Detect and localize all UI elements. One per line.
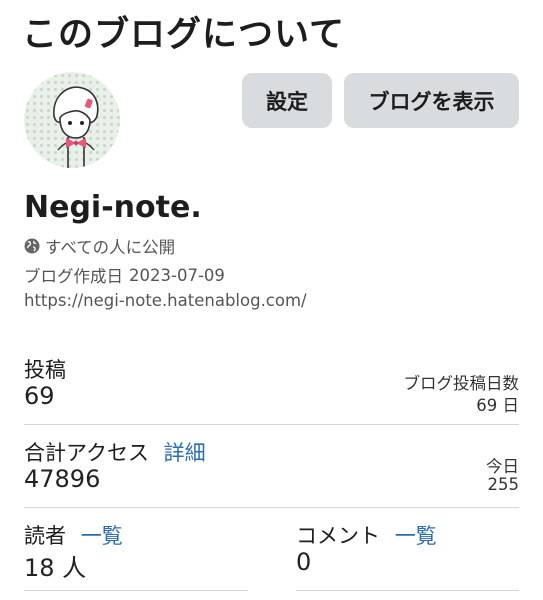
divider — [296, 590, 519, 591]
blog-url[interactable]: https://negi-note.hatenablog.com/ — [24, 291, 307, 310]
today-value: 255 — [487, 475, 520, 494]
comments-label: コメント — [296, 524, 380, 548]
posts-label: 投稿 — [24, 358, 66, 382]
divider — [24, 507, 519, 508]
visibility-row: すべての人に公開 — [24, 234, 175, 258]
comments-label-row: コメント 一覧 — [296, 520, 437, 550]
avatar-illustration — [53, 86, 99, 168]
readers-list-link[interactable]: 一覧 — [81, 524, 123, 548]
today-label: 今日 — [486, 457, 519, 476]
created-row: ブログ作成日 2023-07-09 — [24, 263, 225, 287]
access-detail-link[interactable]: 詳細 — [164, 441, 206, 465]
divider — [24, 424, 519, 425]
globe-icon — [24, 238, 40, 254]
settings-button[interactable]: 設定 — [242, 73, 332, 128]
readers-label-row: 読者 一覧 — [24, 520, 123, 550]
created-date: 2023-07-09 — [129, 265, 225, 285]
access-value: 47896 — [24, 465, 101, 493]
comments-value: 0 — [296, 548, 312, 576]
blog-name: Negi-note. — [24, 190, 202, 225]
visibility-text: すべての人に公開 — [45, 238, 176, 257]
posts-value: 69 — [24, 382, 55, 410]
readers-value: 18 人 — [24, 554, 87, 582]
view-blog-button[interactable]: ブログを表示 — [344, 73, 519, 128]
created-label: ブログ作成日 — [24, 267, 123, 286]
access-label-row: 合計アクセス 詳細 — [24, 437, 206, 467]
posting-days-value: 69 日 — [476, 396, 519, 415]
divider — [24, 590, 248, 591]
comments-list-link[interactable]: 一覧 — [395, 524, 437, 548]
page-title: このブログについて — [22, 15, 345, 55]
access-label: 合計アクセス — [24, 441, 149, 465]
avatar[interactable] — [24, 72, 120, 168]
posting-days-label: ブログ投稿日数 — [403, 374, 520, 393]
readers-label: 読者 — [24, 524, 66, 548]
